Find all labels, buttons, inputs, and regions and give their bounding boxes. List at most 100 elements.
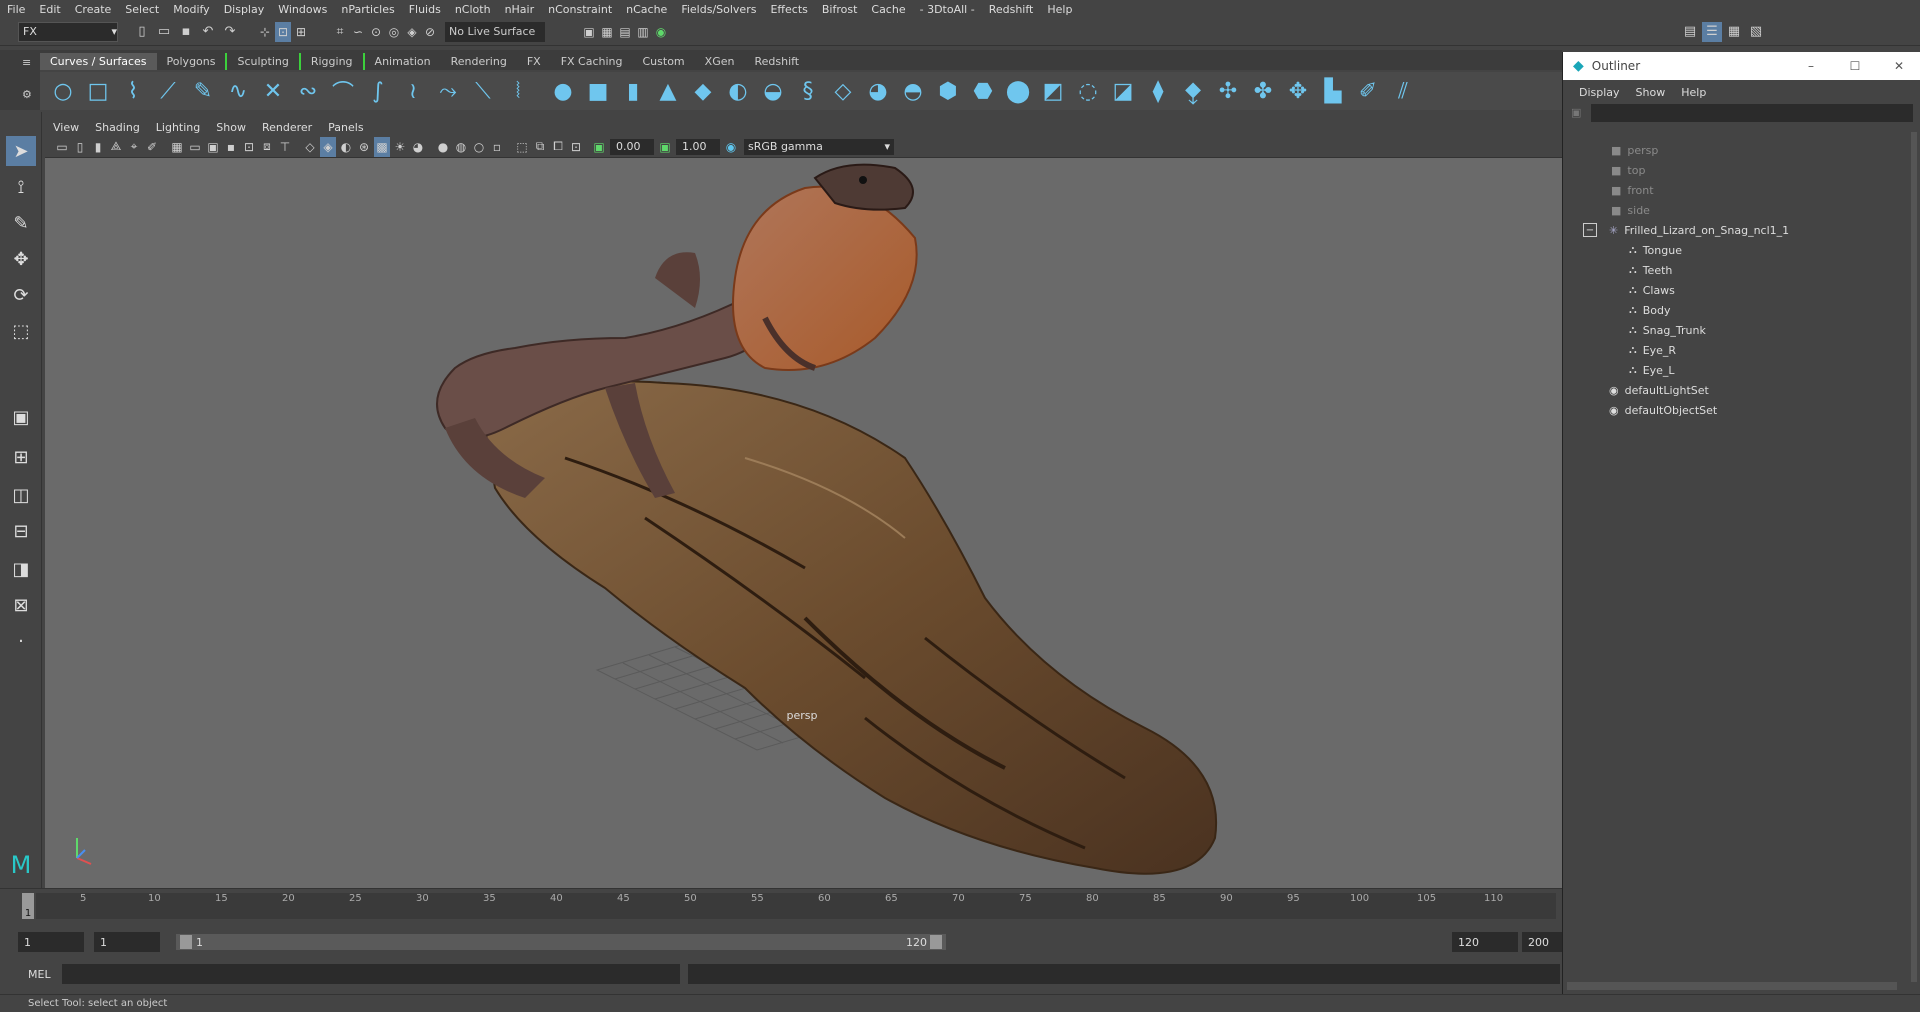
panel-menu-shading[interactable]: Shading [87, 121, 148, 134]
safe-title-icon[interactable]: ⊤ [277, 137, 293, 157]
menu-cache[interactable]: Cache [864, 3, 912, 16]
extend-curve-icon[interactable]: ⟍ [468, 76, 498, 106]
outliner-item-top[interactable]: ■ top [1611, 160, 1645, 180]
scale-tool-icon[interactable]: ⬚ [6, 316, 36, 346]
birail-icon[interactable]: ◓ [898, 76, 928, 106]
revolve-icon[interactable]: ◒ [758, 76, 788, 106]
menu-nhair[interactable]: nHair [498, 3, 542, 16]
filter-icon[interactable]: ▣ [1571, 106, 1581, 119]
snap-point-icon[interactable]: ⊙ [368, 22, 384, 42]
select-by-object-icon[interactable]: ⊡ [275, 21, 291, 42]
gamma-field[interactable]: 1.00 [676, 138, 720, 155]
tab-sculpting[interactable]: Sculpting [225, 53, 301, 70]
outliner-horizontal-scrollbar[interactable] [1567, 982, 1897, 990]
outliner-item-eye-l[interactable]: ⛬ Eye_L [1629, 360, 1675, 380]
resolution-gate-icon[interactable]: ▣ [205, 137, 221, 157]
hypershade-icon[interactable]: ◉ [653, 22, 669, 42]
grid-icon[interactable]: ▦ [169, 137, 185, 157]
exposure-icon[interactable]: ▣ [591, 137, 607, 157]
extend-surfaces-icon[interactable]: ▙ [1318, 76, 1348, 106]
anti-aliasing-icon[interactable]: ○ [471, 137, 487, 157]
outliner-vertical-scrollbar[interactable] [1911, 132, 1917, 982]
layout-attribute-editor-icon[interactable]: ▧ [1746, 22, 1766, 42]
outliner-item-persp[interactable]: ■ persp [1611, 140, 1658, 160]
boolean-difference-icon[interactable]: ⬤ [1003, 76, 1033, 106]
playback-start-field[interactable]: 1 [94, 932, 160, 952]
command-input[interactable] [62, 964, 680, 984]
render-view-icon[interactable]: ▣ [581, 22, 597, 42]
lasso-tool-icon[interactable]: ⟟ [6, 172, 36, 202]
bookmark-icon[interactable]: ▮ [90, 137, 106, 157]
loft-icon[interactable]: § [793, 76, 823, 106]
offset-curve-icon[interactable]: ≀ [398, 76, 428, 106]
rebuild-curve-icon[interactable]: ∫ [363, 76, 393, 106]
attach-curves-icon[interactable]: ∾ [293, 76, 323, 106]
pencil-curve-icon[interactable]: ✎ [188, 76, 218, 106]
select-by-hierarchy-icon[interactable]: ⊹ [257, 22, 273, 42]
attach-surfaces-icon[interactable]: ⧫ [1143, 76, 1173, 106]
safe-action-icon[interactable]: ⧈ [259, 137, 275, 157]
menu-bifrost[interactable]: Bifrost [815, 3, 865, 16]
menu-ncache[interactable]: nCache [619, 3, 674, 16]
render-settings-icon[interactable]: ▥ [635, 22, 651, 42]
layout-outliner-icon[interactable]: ☰ [1702, 21, 1722, 42]
menu-fluids[interactable]: Fluids [402, 3, 448, 16]
range-end-handle[interactable] [930, 935, 942, 949]
undo-icon[interactable]: ↶ [198, 22, 218, 42]
menu-help[interactable]: Help [1040, 3, 1079, 16]
outliner-menu-display[interactable]: Display [1571, 86, 1628, 99]
outliner-menu-help[interactable]: Help [1673, 86, 1714, 99]
tab-rendering[interactable]: Rendering [441, 53, 517, 70]
menu-display[interactable]: Display [217, 3, 272, 16]
use-all-lights-icon[interactable]: ☀ [392, 137, 408, 157]
outliner-item-eye-r[interactable]: ⛬ Eye_R [1629, 340, 1676, 360]
planar-icon[interactable]: ◇ [828, 76, 858, 106]
outliner-item-default-object-set[interactable]: ◉ defaultObjectSet [1609, 400, 1717, 420]
panel-menu-view[interactable]: View [45, 121, 87, 134]
menu-select[interactable]: Select [118, 3, 166, 16]
time-ruler[interactable] [36, 893, 1556, 919]
open-close-surfaces-icon[interactable]: ✤ [1248, 76, 1278, 106]
rotate-tool-icon[interactable]: ⟳ [6, 280, 36, 310]
snap-curve-icon[interactable]: ∽ [350, 22, 366, 42]
layout-options-icon[interactable]: · [6, 626, 36, 656]
menu-nconstraint[interactable]: nConstraint [541, 3, 619, 16]
menu-file[interactable]: File [0, 3, 32, 16]
curve-intersect-icon[interactable]: ✕ [258, 76, 288, 106]
untrim-icon[interactable]: ◪ [1108, 76, 1138, 106]
extrude-icon[interactable]: ◕ [863, 76, 893, 106]
animation-start-field[interactable]: 1 [18, 932, 84, 952]
menu-edit[interactable]: Edit [32, 3, 67, 16]
minimize-icon[interactable]: – [1789, 59, 1833, 73]
outliner-item-snag-trunk[interactable]: ⛬ Snag_Trunk [1629, 320, 1706, 340]
menu-set-selector[interactable]: FX ▾ [18, 21, 118, 42]
smooth-shade-icon[interactable]: ◈ [320, 136, 336, 157]
outliner-item-side[interactable]: ■ side [1611, 200, 1650, 220]
menu-modify[interactable]: Modify [166, 3, 216, 16]
panel-menu-renderer[interactable]: Renderer [254, 121, 320, 134]
tab-curves-surfaces[interactable]: Curves / Surfaces [40, 53, 157, 70]
panel-menu-lighting[interactable]: Lighting [148, 121, 208, 134]
tab-rigging[interactable]: Rigging [301, 53, 365, 70]
tab-polygons[interactable]: Polygons [157, 53, 226, 70]
new-scene-icon[interactable]: ▯ [132, 22, 152, 42]
open-scene-icon[interactable]: ▭ [154, 22, 174, 42]
custom-layout-icon[interactable]: ⊠ [6, 590, 36, 620]
lock-camera-icon[interactable]: ▯ [72, 137, 88, 157]
menu-redshift[interactable]: Redshift [982, 3, 1041, 16]
menu-nparticles[interactable]: nParticles [334, 3, 401, 16]
two-d-pan-zoom-icon[interactable]: ⌖ [126, 137, 142, 157]
menu-effects[interactable]: Effects [763, 3, 814, 16]
tab-custom[interactable]: Custom [633, 53, 695, 70]
project-curve-icon[interactable]: ◩ [1038, 76, 1068, 106]
menu-ncloth[interactable]: nCloth [448, 3, 498, 16]
gate-mask-icon[interactable]: ▪ [223, 137, 239, 157]
color-management-icon[interactable]: ◉ [723, 137, 739, 157]
snap-view-plane-icon[interactable]: ◎ [386, 22, 402, 42]
boolean-union-icon[interactable]: ⬣ [968, 76, 998, 106]
outliner-item-front[interactable]: ■ front [1611, 180, 1654, 200]
field-chart-icon[interactable]: ⊡ [241, 137, 257, 157]
tab-redshift[interactable]: Redshift [744, 53, 809, 70]
align-surfaces-icon[interactable]: ✣ [1213, 76, 1243, 106]
live-surface-field[interactable]: No Live Surface [445, 21, 545, 42]
